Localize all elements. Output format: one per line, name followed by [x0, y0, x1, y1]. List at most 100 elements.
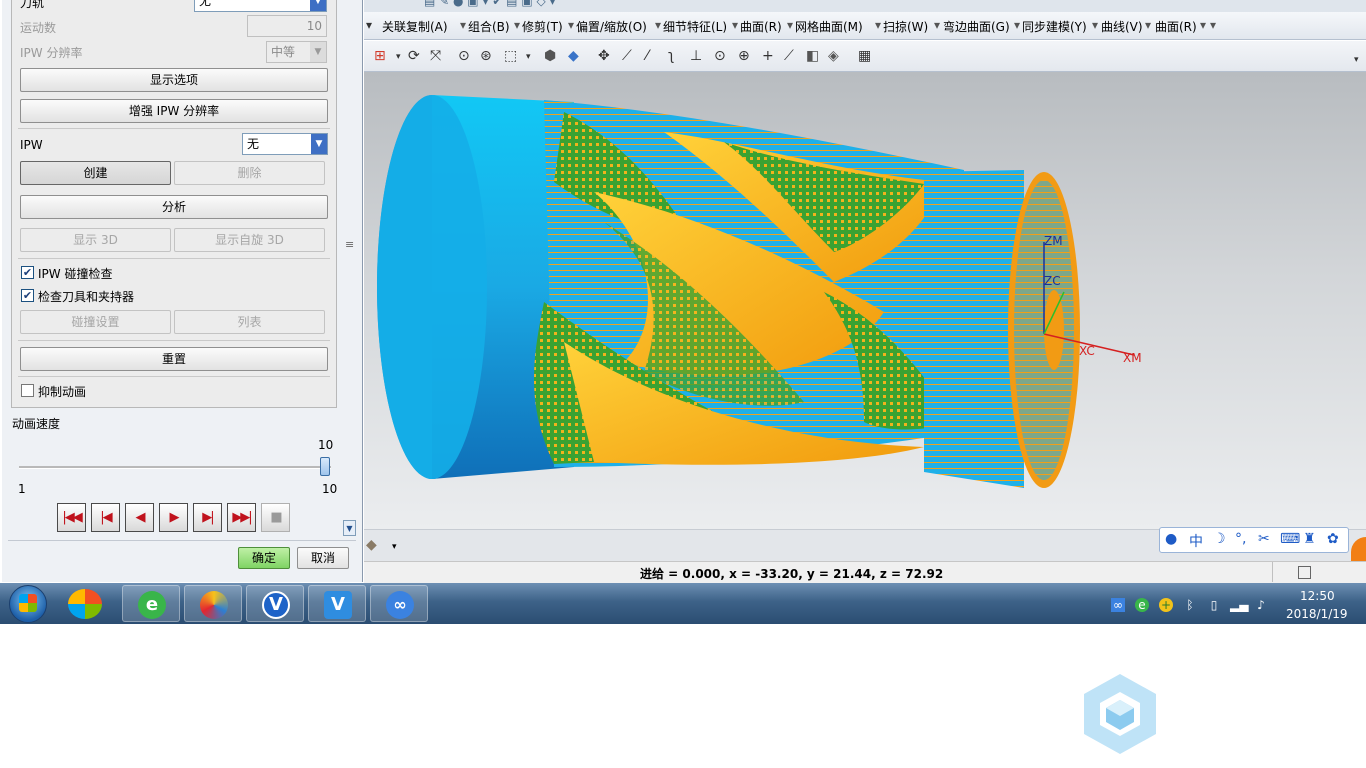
menu-flange-surface[interactable]: 弯边曲面(G) — [943, 18, 1010, 35]
surface-icon[interactable]: ◈ — [828, 48, 839, 64]
menu-combine[interactable]: 组合(B) — [468, 18, 510, 35]
clock-date[interactable]: 2018/1/19 — [1286, 607, 1348, 621]
taskbar-app-nx[interactable] — [184, 585, 242, 622]
status-bar: 进给 = 0.000, x = -33.20, y = 21.44, z = 7… — [364, 561, 1366, 583]
ime-moon-icon[interactable]: ☽ — [1213, 531, 1226, 547]
taskbar-app-cloud[interactable]: ∞ — [370, 585, 428, 622]
animation-speed-slider-handle[interactable] — [320, 457, 330, 476]
perpendicular-icon[interactable]: ⊥ — [690, 48, 702, 64]
circle-center-icon[interactable]: ⊙ — [714, 48, 726, 64]
ime-shirt-icon[interactable]: ♜ — [1303, 531, 1316, 547]
menu-synchronous-modeling[interactable]: 同步建模(Y) — [1022, 18, 1087, 35]
line-icon[interactable]: ⟋ — [622, 48, 632, 64]
pinned-app-icon[interactable] — [68, 589, 102, 619]
chevron-down-icon: ▾ — [1092, 18, 1099, 32]
grid-icon[interactable]: ▦ — [858, 48, 871, 64]
menu-detail-feature[interactable]: 细节特征(L) — [663, 18, 727, 35]
ipw-collision-check-checkbox[interactable]: ✔ — [21, 266, 34, 279]
menu-overflow-icon[interactable]: ▾ — [1210, 18, 1216, 32]
ime-mode-label[interactable]: 中 — [1189, 531, 1203, 551]
play-forward-icon[interactable]: ▶ — [159, 503, 188, 532]
menu-overflow-icon[interactable]: ▾ — [366, 18, 372, 32]
solid-body-icon[interactable]: ⬢ — [544, 48, 556, 64]
taskbar-app-browser[interactable]: e — [122, 585, 180, 622]
tray-security-icon[interactable]: + — [1159, 598, 1173, 612]
ime-scissors-icon[interactable]: ✂ — [1258, 531, 1270, 547]
menu-associative-copy[interactable]: 关联复制(A) — [382, 18, 448, 35]
play-reverse-icon[interactable]: ◀ — [125, 503, 154, 532]
ime-settings-gear-icon[interactable]: ✿ — [1327, 531, 1339, 547]
taskbar-app-v2[interactable]: V — [308, 585, 366, 622]
clock-time[interactable]: 12:50 — [1300, 589, 1335, 603]
menu-surface[interactable]: 曲面(R) — [740, 18, 782, 35]
window-size-icon[interactable] — [1298, 566, 1311, 579]
menu-surface-2[interactable]: 曲面(R) — [1155, 18, 1197, 35]
analyze-button[interactable]: 分析 — [20, 195, 328, 219]
cube-icon[interactable]: ◆ — [568, 48, 579, 64]
part-model-render — [377, 95, 1135, 488]
enhance-ipw-resolution-button[interactable]: 增强 IPW 分辨率 — [20, 99, 328, 123]
stop-icon: ■ — [261, 503, 290, 532]
ime-keyboard-icon[interactable]: ⌨ — [1280, 531, 1300, 547]
divider — [18, 340, 330, 341]
menu-mesh-surface[interactable]: 网格曲面(M) — [795, 18, 863, 35]
curve-icon[interactable]: ʅ — [668, 48, 674, 64]
menu-offset-scale[interactable]: 偏置/缩放(O) — [576, 18, 647, 35]
chevron-down-icon: ▾ — [396, 52, 401, 62]
ok-button[interactable]: 确定 — [238, 547, 290, 569]
tray-cloud-icon[interactable]: ∞ — [1111, 598, 1125, 612]
rewind-to-start-icon[interactable]: |◀◀ — [57, 503, 86, 532]
divider — [1272, 562, 1273, 582]
tool-path-dropdown[interactable]: 无 ▼ — [194, 0, 327, 12]
fast-forward-to-end-icon[interactable]: ▶▶| — [227, 503, 256, 532]
show-spin-3d-button: 显示自旋 3D — [174, 228, 325, 252]
bluetooth-icon[interactable]: ᛒ — [1183, 598, 1197, 612]
cancel-button[interactable]: 取消 — [297, 547, 349, 569]
step-back-icon[interactable]: |◀ — [91, 503, 120, 532]
axis-label-zm: ZM — [1044, 234, 1063, 248]
move-icon[interactable]: ✥ — [598, 48, 610, 64]
reset-button[interactable]: 重置 — [20, 347, 328, 371]
ime-toolbar[interactable]: ● 中 ☽ °, ✂ ⌨ ♜ ✿ — [1159, 527, 1349, 553]
face-icon[interactable]: ◧ — [806, 48, 819, 64]
menu-curve[interactable]: 曲线(V) — [1101, 18, 1143, 35]
watermark-logo — [1084, 674, 1156, 754]
panel-splitter[interactable]: ≡ ▼ — [342, 0, 358, 540]
animation-speed-slider-track[interactable] — [19, 466, 331, 469]
v-app-icon-2: V — [324, 591, 352, 619]
menu-sweep[interactable]: 扫掠(W) — [883, 18, 928, 35]
ipw-dropdown[interactable]: 无 ▼ — [242, 133, 328, 155]
snap-icon[interactable]: ⟳ — [408, 48, 420, 64]
ime-punctuation-icon[interactable]: °, — [1235, 531, 1246, 547]
check-tool-holder-checkbox[interactable]: ✔ — [21, 289, 34, 302]
network-signal-icon[interactable]: ▂▄ — [1230, 598, 1248, 612]
tray-browser-icon[interactable]: e — [1135, 598, 1149, 612]
menu-trim[interactable]: 修剪(T) — [522, 18, 563, 35]
speed-max-top-label: 10 — [318, 438, 334, 452]
usb-device-icon[interactable]: ▯ — [1207, 598, 1221, 612]
box-select-icon[interactable]: ⬚ — [504, 48, 517, 64]
graphics-viewport[interactable]: ZM ZC XC XM — [364, 72, 1366, 529]
taskbar-app-v1[interactable]: V — [246, 585, 304, 622]
volume-icon[interactable]: ♪ — [1254, 598, 1268, 612]
show-3d-button: 显示 3D — [20, 228, 171, 252]
cube-icon[interactable]: ◆ — [366, 537, 377, 553]
select-filter-icon[interactable]: ⊞ — [374, 48, 386, 64]
create-button[interactable]: 创建 — [20, 161, 171, 185]
line-icon-2[interactable]: ⁄ — [646, 48, 648, 64]
point-icon[interactable]: + — [762, 48, 774, 64]
chevron-down-icon: ▾ — [1354, 55, 1359, 65]
line-icon-3[interactable]: ⟋ — [784, 48, 794, 64]
taskbar: e V V ∞ ∞ e + ᛒ ▯ ▂▄ ♪ — [0, 583, 1366, 624]
start-button[interactable] — [9, 585, 47, 623]
display-options-button[interactable]: 显示选项 — [20, 68, 328, 92]
select-face-icon[interactable]: ⊛ — [480, 48, 492, 64]
quadrant-point-icon[interactable]: ⊕ — [738, 48, 750, 64]
snap-point-icon[interactable]: ⤧ — [430, 48, 441, 64]
suppress-animation-checkbox[interactable] — [21, 384, 34, 397]
step-forward-icon[interactable]: ▶| — [193, 503, 222, 532]
scroll-down-icon[interactable]: ▼ — [343, 520, 356, 536]
motion-count-field: 10 — [247, 15, 327, 37]
select-feature-icon[interactable]: ⊙ — [458, 48, 470, 64]
ime-user-icon[interactable]: ● — [1165, 531, 1177, 547]
